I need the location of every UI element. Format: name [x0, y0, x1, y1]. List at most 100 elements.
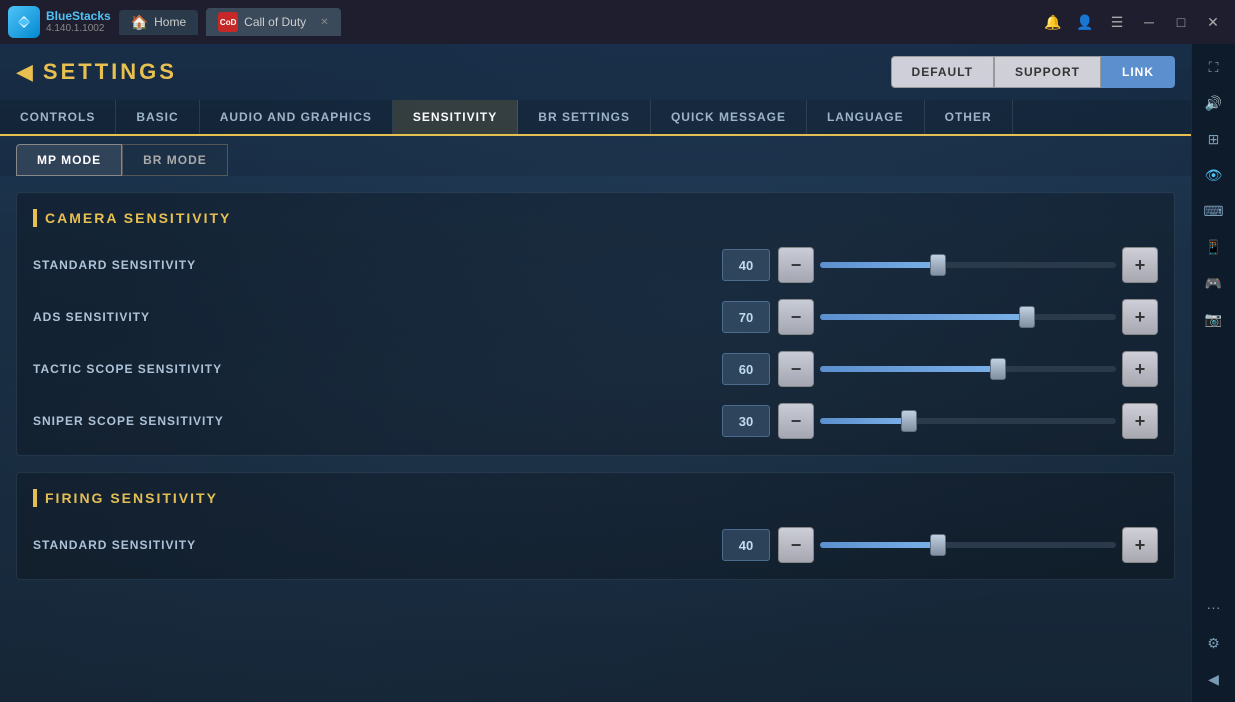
menu-button[interactable]: ☰: [1103, 8, 1131, 36]
standard-sensitivity-thumb[interactable]: [930, 254, 946, 276]
ads-sensitivity-value: 70: [722, 301, 770, 333]
right-sidebar: ⛶ 🔊 ⊞ 👁 ⌨ 📱 🎮 📷 ··· ⚙ ◀: [1191, 44, 1235, 702]
firing-standard-sensitivity-row: STANDARD SENSITIVITY 40 − +: [33, 527, 1158, 563]
tab-language[interactable]: LANGUAGE: [807, 100, 925, 134]
tactic-scope-sensitivity-controls: 60 − +: [299, 351, 1158, 387]
tactic-scope-sensitivity-thumb[interactable]: [990, 358, 1006, 380]
content-area: ◀ SETTINGS DEFAULT SUPPORT LINK CONTROLS…: [0, 44, 1191, 702]
sniper-scope-sensitivity-plus[interactable]: +: [1122, 403, 1158, 439]
ads-sensitivity-controls: 70 − +: [299, 299, 1158, 335]
sub-tabs: MP MODE BR MODE: [0, 136, 1191, 176]
default-button[interactable]: DEFAULT: [891, 56, 994, 88]
cod-tab[interactable]: CoD Call of Duty ✕: [206, 8, 340, 36]
standard-sensitivity-label: STANDARD SENSITIVITY: [33, 258, 283, 272]
sniper-scope-sensitivity-thumb[interactable]: [901, 410, 917, 432]
keyboard-icon[interactable]: ⌨: [1199, 196, 1229, 226]
tab-sensitivity[interactable]: SENSITIVITY: [393, 100, 518, 136]
sub-tab-br-mode[interactable]: BR MODE: [122, 144, 228, 176]
sniper-scope-sensitivity-value: 30: [722, 405, 770, 437]
tab-controls[interactable]: CONTROLS: [0, 100, 116, 134]
tactic-scope-sensitivity-fill: [820, 366, 998, 372]
firing-standard-sensitivity-plus[interactable]: +: [1122, 527, 1158, 563]
more-icon[interactable]: ···: [1199, 592, 1229, 622]
ads-sensitivity-thumb[interactable]: [1019, 306, 1035, 328]
tactic-scope-sensitivity-minus[interactable]: −: [778, 351, 814, 387]
ads-sensitivity-plus[interactable]: +: [1122, 299, 1158, 335]
camera-icon[interactable]: 📷: [1199, 304, 1229, 334]
link-button[interactable]: LINK: [1101, 56, 1175, 88]
ads-sensitivity-fill: [820, 314, 1027, 320]
sniper-scope-sensitivity-minus[interactable]: −: [778, 403, 814, 439]
close-button[interactable]: ✕: [1199, 8, 1227, 36]
standard-sensitivity-fill: [820, 262, 938, 268]
firing-standard-sensitivity-thumb[interactable]: [930, 534, 946, 556]
tab-quick-message[interactable]: QUICK MESSAGE: [651, 100, 807, 134]
sniper-scope-sensitivity-row: SNIPER SCOPE SENSITIVITY 30 − +: [33, 403, 1158, 439]
volume-icon[interactable]: 🔊: [1199, 88, 1229, 118]
camera-sensitivity-section: CAMERA SENSITIVITY STANDARD SENSITIVITY …: [16, 192, 1175, 456]
minimize-button[interactable]: ─: [1135, 8, 1163, 36]
sub-tab-mp-mode[interactable]: MP MODE: [16, 144, 122, 176]
firing-sensitivity-label: FIRING SENSITIVITY: [45, 490, 218, 506]
camera-sensitivity-label: CAMERA SENSITIVITY: [45, 210, 231, 226]
firing-standard-sensitivity-value: 40: [722, 529, 770, 561]
support-button[interactable]: SUPPORT: [994, 56, 1101, 88]
header-buttons: DEFAULT SUPPORT LINK: [891, 56, 1175, 88]
tactic-scope-sensitivity-value: 60: [722, 353, 770, 385]
standard-sensitivity-plus[interactable]: +: [1122, 247, 1158, 283]
tab-audio-graphics[interactable]: AUDIO AND GRAPHICS: [200, 100, 393, 134]
tactic-scope-sensitivity-row: TACTIC SCOPE SENSITIVITY 60 − +: [33, 351, 1158, 387]
home-icon: 🏠: [131, 14, 148, 31]
phone-icon[interactable]: 📱: [1199, 232, 1229, 262]
firing-standard-sensitivity-minus[interactable]: −: [778, 527, 814, 563]
fullscreen-icon[interactable]: ⊞: [1199, 124, 1229, 154]
home-tab[interactable]: 🏠 Home: [119, 10, 198, 35]
tactic-scope-sensitivity-label: TACTIC SCOPE SENSITIVITY: [33, 362, 283, 376]
tab-other[interactable]: OTHER: [925, 100, 1013, 134]
section-title-bar: [33, 209, 37, 227]
sniper-scope-sensitivity-slider: − +: [778, 403, 1158, 439]
back-icon[interactable]: ◀: [1199, 664, 1229, 694]
bs-icon: [8, 6, 40, 38]
settings-title: SETTINGS: [43, 59, 177, 85]
firing-standard-sensitivity-controls: 40 − +: [299, 527, 1158, 563]
display-icon[interactable]: 👁: [1199, 160, 1229, 190]
ads-sensitivity-minus[interactable]: −: [778, 299, 814, 335]
main-container: ◀ SETTINGS DEFAULT SUPPORT LINK CONTROLS…: [0, 44, 1235, 702]
sniper-scope-sensitivity-track[interactable]: [820, 418, 1116, 424]
home-tab-label: Home: [154, 15, 186, 29]
gamepad-icon[interactable]: 🎮: [1199, 268, 1229, 298]
tactic-scope-sensitivity-track[interactable]: [820, 366, 1116, 372]
settings-header: ◀ SETTINGS DEFAULT SUPPORT LINK: [0, 44, 1191, 100]
firing-standard-sensitivity-fill: [820, 542, 938, 548]
settings-icon[interactable]: ⚙: [1199, 628, 1229, 658]
standard-sensitivity-track[interactable]: [820, 262, 1116, 268]
firing-sensitivity-section: FIRING SENSITIVITY STANDARD SENSITIVITY …: [16, 472, 1175, 580]
firing-standard-sensitivity-track[interactable]: [820, 542, 1116, 548]
settings-title-area: ◀ SETTINGS: [16, 59, 177, 85]
bluestacks-logo: BlueStacks 4.140.1.1002: [8, 6, 111, 38]
maximize-button[interactable]: □: [1167, 8, 1195, 36]
firing-section-title-bar: [33, 489, 37, 507]
account-button[interactable]: 👤: [1071, 8, 1099, 36]
titlebar: BlueStacks 4.140.1.1002 🏠 Home CoD Call …: [0, 0, 1235, 44]
ads-sensitivity-track[interactable]: [820, 314, 1116, 320]
sniper-scope-sensitivity-controls: 30 − +: [299, 403, 1158, 439]
camera-sensitivity-title: CAMERA SENSITIVITY: [33, 209, 1158, 227]
standard-sensitivity-slider: − +: [778, 247, 1158, 283]
standard-sensitivity-minus[interactable]: −: [778, 247, 814, 283]
main-tabs: CONTROLS BASIC AUDIO AND GRAPHICS SENSIT…: [0, 100, 1191, 136]
back-arrow[interactable]: ◀: [16, 59, 33, 85]
titlebar-controls: 🔔 👤 ☰ ─ □ ✕: [1039, 8, 1227, 36]
tactic-scope-sensitivity-slider: − +: [778, 351, 1158, 387]
expand-icon[interactable]: ⛶: [1199, 52, 1229, 82]
notification-button[interactable]: 🔔: [1039, 8, 1067, 36]
standard-sensitivity-row: STANDARD SENSITIVITY 40 − +: [33, 247, 1158, 283]
tab-basic[interactable]: BASIC: [116, 100, 199, 134]
ads-sensitivity-label: ADS SENSITIVITY: [33, 310, 283, 324]
tactic-scope-sensitivity-plus[interactable]: +: [1122, 351, 1158, 387]
firing-standard-sensitivity-slider: − +: [778, 527, 1158, 563]
cod-tab-close[interactable]: ✕: [320, 17, 328, 28]
tab-br-settings[interactable]: BR SETTINGS: [518, 100, 651, 134]
cod-icon: CoD: [218, 12, 238, 32]
